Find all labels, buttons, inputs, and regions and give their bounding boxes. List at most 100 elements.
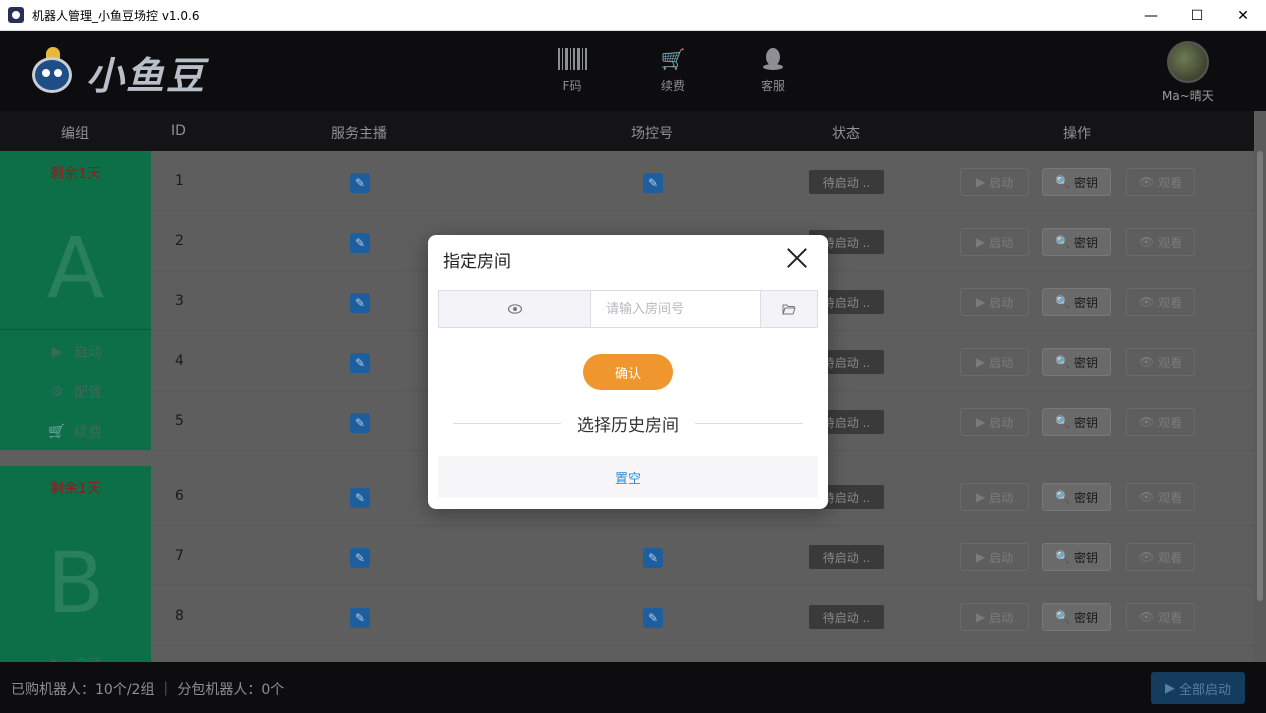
table-row: 7 ✎ ✎ 待启动 .. ▶ 启动 🔍 密钥 👁 观看 xyxy=(151,526,1254,586)
watch-button[interactable]: 👁 观看 xyxy=(1126,288,1195,316)
toggle-visibility-button[interactable] xyxy=(439,291,591,327)
edit-streamer-button[interactable]: ✎ xyxy=(350,488,370,508)
nav-fcode[interactable]: F码 xyxy=(557,47,587,94)
key-button[interactable]: 🔍 密钥 xyxy=(1042,228,1111,256)
watch-button[interactable]: 👁 观看 xyxy=(1126,408,1195,436)
edit-streamer-button[interactable]: ✎ xyxy=(350,353,370,373)
start-button[interactable]: ▶ 启动 xyxy=(960,288,1029,316)
start-button[interactable]: ▶ 启动 xyxy=(960,348,1029,376)
group-start-button[interactable]: ▶ 启动 xyxy=(48,342,102,362)
edit-streamer-button[interactable]: ✎ xyxy=(350,293,370,313)
close-window-button[interactable]: ✕ xyxy=(1220,0,1266,31)
window-titlebar: 机器人管理_小鱼豆场控 v1.0.6 — ☐ ✕ xyxy=(0,0,1266,31)
room-input-group xyxy=(438,290,818,328)
vertical-scrollbar[interactable] xyxy=(1254,111,1266,662)
dialog-title: 指定房间 xyxy=(443,252,511,272)
key-button[interactable]: 🔍 密钥 xyxy=(1042,543,1111,571)
edit-controller-button[interactable]: ✎ xyxy=(643,173,663,193)
column-header-actions: 操作 xyxy=(1063,126,1091,142)
room-number-input[interactable] xyxy=(591,291,760,327)
play-icon: ▶ xyxy=(975,490,986,504)
key-button[interactable]: 🔍 密钥 xyxy=(1042,348,1111,376)
status-badge: 待启动 .. xyxy=(809,170,884,194)
pencil-icon: ✎ xyxy=(354,416,366,430)
nav-renew[interactable]: 🛒 续费 xyxy=(660,47,686,94)
start-button[interactable]: ▶ 启动 xyxy=(960,168,1029,196)
eye-icon: 👁 xyxy=(1138,355,1155,369)
start-button[interactable]: ▶ 启动 xyxy=(960,543,1029,571)
watch-button[interactable]: 👁 观看 xyxy=(1126,348,1195,376)
start-button[interactable]: ▶ 启动 xyxy=(960,408,1029,436)
watch-button[interactable]: 👁 观看 xyxy=(1126,168,1195,196)
minimize-button[interactable]: — xyxy=(1128,0,1174,31)
robot-id: 3 xyxy=(175,293,184,309)
nav-support[interactable]: 客服 xyxy=(760,47,786,94)
robot-id: 6 xyxy=(175,488,184,504)
eye-icon: 👁 xyxy=(1138,235,1155,249)
button-label: 启动 xyxy=(989,175,1014,190)
user-profile[interactable]: Ma~晴天 xyxy=(1162,41,1214,104)
start-button[interactable]: ▶ 启动 xyxy=(960,228,1029,256)
edit-streamer-button[interactable]: ✎ xyxy=(350,173,370,193)
edit-controller-button[interactable]: ✎ xyxy=(643,548,663,568)
avatar[interactable] xyxy=(1166,41,1209,83)
group-start-button[interactable]: ▶ 启动 xyxy=(48,654,102,662)
key-button[interactable]: 🔍 密钥 xyxy=(1042,408,1111,436)
pencil-icon: ✎ xyxy=(354,611,366,625)
open-folder-button[interactable] xyxy=(760,291,817,327)
app-header: 小鱼豆 F码 🛒 续费 客服 Ma~晴天 xyxy=(0,31,1266,111)
button-label: 密钥 xyxy=(1073,415,1098,430)
eye-icon: 👁 xyxy=(1138,295,1155,309)
edit-streamer-button[interactable]: ✎ xyxy=(350,233,370,253)
watch-button[interactable]: 👁 观看 xyxy=(1126,543,1195,571)
button-label: 观看 xyxy=(1158,610,1183,625)
maximize-button[interactable]: ☐ xyxy=(1174,0,1220,31)
footer: 已购机器人：10个/2组 ｜ 分包机器人：0个 ▶ 全部启动 xyxy=(0,662,1266,713)
watch-button[interactable]: 👁 观看 xyxy=(1126,603,1195,631)
edit-streamer-button[interactable]: ✎ xyxy=(350,413,370,433)
key-button[interactable]: 🔍 密钥 xyxy=(1042,483,1111,511)
cart-icon: 🛒 xyxy=(660,47,686,71)
column-header-streamer: 服务主播 xyxy=(331,126,387,142)
column-header-controller: 场控号 xyxy=(631,126,673,142)
edit-streamer-button[interactable]: ✎ xyxy=(350,548,370,568)
key-button[interactable]: 🔍 密钥 xyxy=(1042,168,1111,196)
edit-controller-button[interactable]: ✎ xyxy=(643,608,663,628)
close-icon[interactable] xyxy=(784,245,810,271)
start-button[interactable]: ▶ 启动 xyxy=(960,603,1029,631)
pencil-icon: ✎ xyxy=(354,176,366,190)
button-label: 密钥 xyxy=(1073,235,1098,250)
column-header-group: 编组 xyxy=(61,126,89,142)
start-button[interactable]: ▶ 启动 xyxy=(960,483,1029,511)
group-renew-button[interactable]: 🛒 续费 xyxy=(48,422,102,442)
key-icon: 🔍 xyxy=(1055,490,1070,504)
button-label: 续费 xyxy=(74,425,102,441)
key-button[interactable]: 🔍 密钥 xyxy=(1042,603,1111,631)
watch-button[interactable]: 👁 观看 xyxy=(1126,483,1195,511)
clear-button[interactable]: 置空 xyxy=(438,456,818,498)
watch-button[interactable]: 👁 观看 xyxy=(1126,228,1195,256)
eye-icon: 👁 xyxy=(1138,175,1155,189)
key-icon: 🔍 xyxy=(1055,295,1070,309)
remaining-days: 剩余1天 xyxy=(50,481,101,497)
key-button[interactable]: 🔍 密钥 xyxy=(1042,288,1111,316)
play-icon: ▶ xyxy=(975,355,986,369)
window-controls: — ☐ ✕ xyxy=(1128,0,1266,31)
pencil-icon: ✎ xyxy=(354,356,366,370)
button-label: 启动 xyxy=(989,235,1014,250)
logo: 小鱼豆 xyxy=(26,45,206,100)
edit-streamer-button[interactable]: ✎ xyxy=(350,608,370,628)
app-icon xyxy=(8,7,24,23)
group-config-button[interactable]: ⚙ 配置 xyxy=(48,382,102,402)
confirm-button[interactable]: 确认 xyxy=(583,354,673,390)
button-label: 观看 xyxy=(1158,490,1183,505)
key-icon: 🔍 xyxy=(1055,415,1070,429)
barcode-icon xyxy=(557,47,587,71)
button-label: 启动 xyxy=(74,654,102,662)
key-icon: 🔍 xyxy=(1055,610,1070,624)
user-name: Ma~晴天 xyxy=(1162,89,1214,103)
scrollbar-thumb[interactable] xyxy=(1257,151,1263,601)
key-icon: 🔍 xyxy=(1055,355,1070,369)
table-header: 编组 ID 服务主播 场控号 状态 操作 xyxy=(0,111,1254,151)
start-all-button[interactable]: ▶ 全部启动 xyxy=(1151,672,1245,704)
